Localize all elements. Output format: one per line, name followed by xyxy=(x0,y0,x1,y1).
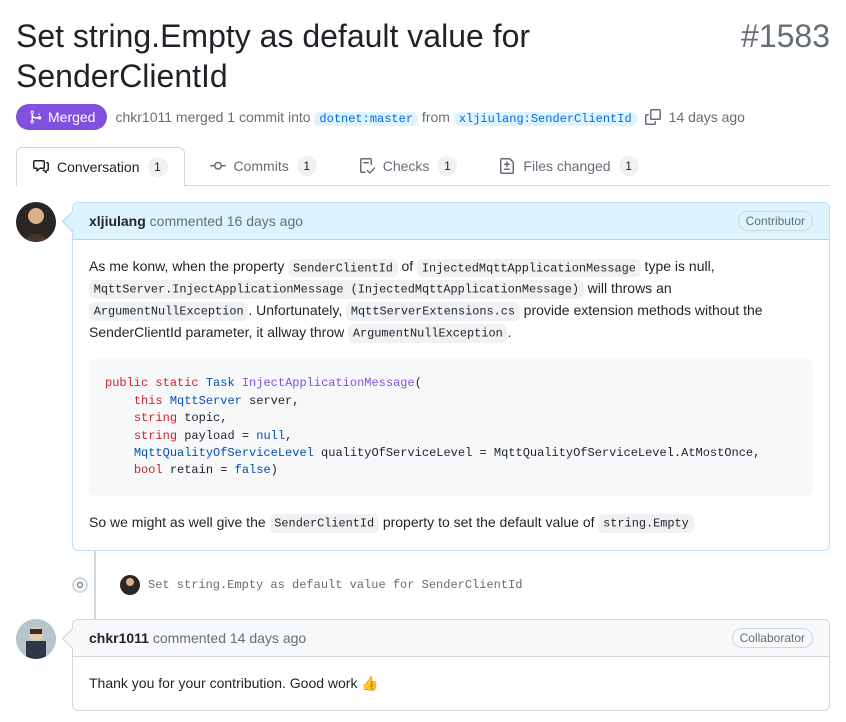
comment-body: As me konw, when the property SenderClie… xyxy=(73,240,829,550)
tab-label: Checks xyxy=(383,158,430,174)
head-branch-label[interactable]: xljiulang:SenderClientId xyxy=(454,112,637,126)
comment-header: chkr1011 commented 14 days ago Collabora… xyxy=(73,620,829,657)
comment-header: xljiulang commented 16 days ago Contribu… xyxy=(73,203,829,240)
state-label: Merged xyxy=(48,109,95,125)
copy-branch-icon[interactable] xyxy=(645,109,661,125)
base-branch-label[interactable]: dotnet:master xyxy=(314,112,418,126)
merge-meta-row: Merged chkr1011 merged 1 commit into dot… xyxy=(16,104,830,130)
comment-discussion-icon xyxy=(33,159,49,175)
comment-body: Thank you for your contribution. Good wo… xyxy=(73,657,829,710)
issue-number: #1583 xyxy=(741,18,830,55)
timeline-comment: xljiulang commented 16 days ago Contribu… xyxy=(16,202,830,551)
comment-author-link[interactable]: chkr1011 xyxy=(89,630,149,646)
inline-code: SenderClientId xyxy=(270,514,379,533)
commit-message-link[interactable]: Set string.Empty as default value for Se… xyxy=(148,578,522,592)
comment-timestamp-link[interactable]: 16 days ago xyxy=(227,213,303,229)
inline-code: InjectedMqttApplicationMessage xyxy=(417,259,641,278)
tab-checks[interactable]: Checks 1 xyxy=(342,146,475,185)
tab-commits[interactable]: Commits 1 xyxy=(193,146,334,185)
tab-label: Conversation xyxy=(57,159,140,175)
file-diff-icon xyxy=(499,158,515,174)
inline-code: MqttServer.InjectApplicationMessage (Inj… xyxy=(89,280,584,299)
avatar[interactable] xyxy=(120,575,140,595)
tab-label: Commits xyxy=(234,158,289,174)
merge-time: 14 days ago xyxy=(669,109,745,125)
merge-actor-link[interactable]: chkr1011 xyxy=(115,109,172,125)
tab-counter: 1 xyxy=(148,157,168,177)
state-badge-merged: Merged xyxy=(16,104,107,130)
pr-tabnav: Conversation 1 Commits 1 Checks 1 Files … xyxy=(16,146,830,186)
inline-code: ArgumentNullException xyxy=(89,302,248,321)
timeline: xljiulang commented 16 days ago Contribu… xyxy=(16,186,830,711)
inline-code: ArgumentNullException xyxy=(348,324,507,343)
comment-box: xljiulang commented 16 days ago Contribu… xyxy=(72,202,830,551)
comment-author-link[interactable]: xljiulang xyxy=(89,213,146,229)
code-block: public static Task InjectApplicationMess… xyxy=(89,359,813,495)
tab-label: Files changed xyxy=(523,158,610,174)
tab-counter: 1 xyxy=(437,156,457,176)
comment-timestamp-link[interactable]: 14 days ago xyxy=(230,630,306,646)
checklist-icon xyxy=(359,158,375,174)
inline-code: string.Empty xyxy=(598,514,693,533)
tab-counter: 1 xyxy=(297,156,317,176)
commit-dot-icon xyxy=(72,577,88,593)
timeline-comment: chkr1011 commented 14 days ago Collabora… xyxy=(16,619,830,711)
git-commit-icon xyxy=(210,158,226,174)
tab-counter: 1 xyxy=(619,156,639,176)
avatar[interactable] xyxy=(16,202,56,242)
git-merge-icon xyxy=(28,109,44,125)
thumbs-up-emoji: 👍 xyxy=(361,673,378,694)
avatar[interactable] xyxy=(16,619,56,659)
tab-conversation[interactable]: Conversation 1 xyxy=(16,147,185,186)
merge-description: chkr1011 merged 1 commit into dotnet:mas… xyxy=(115,109,636,126)
role-badge-contributor: Contributor xyxy=(738,211,813,231)
tab-files-changed[interactable]: Files changed 1 xyxy=(482,146,655,185)
inline-code: SenderClientId xyxy=(288,259,397,278)
issue-title-row: Set string.Empty as default value for Se… xyxy=(16,16,830,96)
timeline-commit-event: Set string.Empty as default value for Se… xyxy=(16,567,830,603)
role-badge-collaborator: Collaborator xyxy=(732,628,813,648)
comment-box: chkr1011 commented 14 days ago Collabora… xyxy=(72,619,830,711)
issue-title: Set string.Empty as default value for Se… xyxy=(16,16,733,96)
inline-code: MqttServerExtensions.cs xyxy=(346,302,520,321)
